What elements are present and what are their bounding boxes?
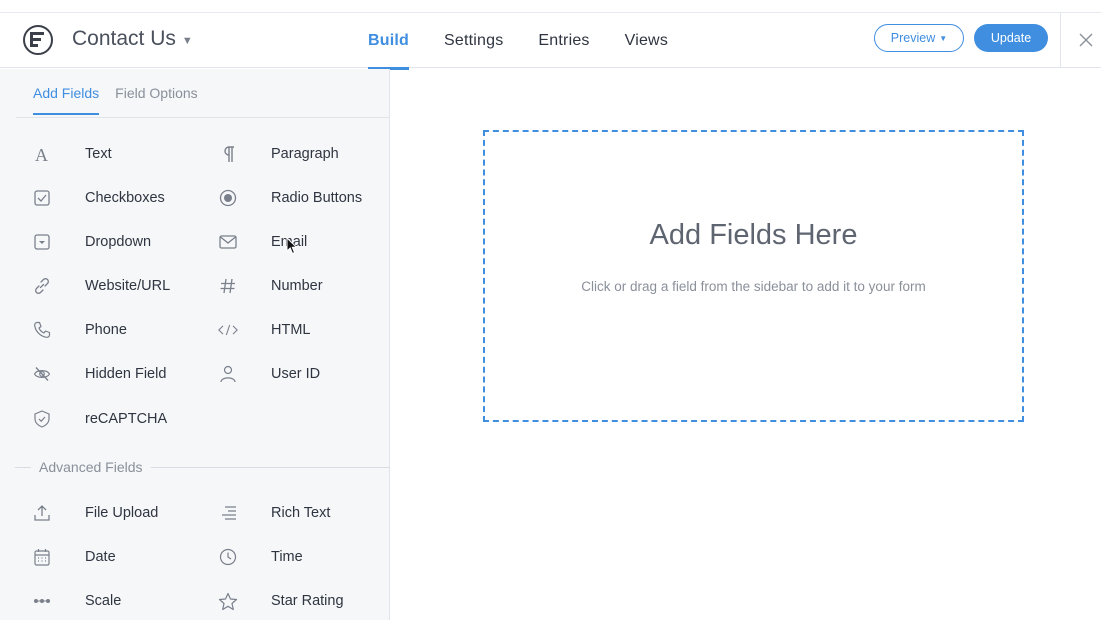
field-user-id[interactable]: User ID <box>218 357 403 391</box>
field-email[interactable]: Email <box>218 225 403 259</box>
heading-rule <box>15 466 31 468</box>
caret-down-icon: ▼ <box>939 33 948 43</box>
svg-text:A: A <box>35 145 48 163</box>
field-label: reCAPTCHA <box>85 411 168 427</box>
upload-icon <box>32 503 52 523</box>
field-hidden[interactable]: Hidden Field <box>32 357 217 391</box>
caret-down-icon: ▼ <box>181 34 193 47</box>
field-label: Star Rating <box>271 593 344 609</box>
field-label: Rich Text <box>271 505 331 521</box>
field-radio-buttons[interactable]: Radio Buttons <box>218 181 403 215</box>
formidable-logo-icon[interactable] <box>23 25 53 55</box>
main-nav: Build Settings Entries Views <box>368 13 703 70</box>
radio-icon <box>218 188 238 208</box>
fields-sidebar: Add Fields Field Options A Text Paragrap… <box>0 69 390 620</box>
field-dropdown[interactable]: Dropdown <box>32 225 217 259</box>
hash-icon <box>218 276 238 296</box>
advanced-fields-heading: Advanced Fields <box>15 457 390 477</box>
eye-slash-icon <box>32 364 52 384</box>
scale-icon <box>32 591 52 611</box>
field-label: Dropdown <box>85 234 152 250</box>
field-label: Radio Buttons <box>271 190 363 206</box>
field-label: Website/URL <box>85 278 171 294</box>
text-icon: A <box>32 144 52 164</box>
field-date[interactable]: Date <box>32 540 217 574</box>
mouse-pointer-icon <box>286 236 298 260</box>
field-label: User ID <box>271 366 321 382</box>
field-label: Paragraph <box>271 146 339 162</box>
sidebar-tabs-divider <box>16 117 390 118</box>
preview-label: Preview <box>890 31 936 45</box>
field-label: Date <box>85 549 116 565</box>
tab-build[interactable]: Build <box>368 13 409 70</box>
shield-icon <box>32 409 52 429</box>
paragraph-icon <box>218 144 238 164</box>
advanced-fields-label: Advanced Fields <box>39 459 143 475</box>
field-file-upload[interactable]: File Upload <box>32 496 217 530</box>
field-label: Phone <box>85 322 127 338</box>
field-label: Scale <box>85 593 122 609</box>
tab-views[interactable]: Views <box>625 13 668 68</box>
tab-entries[interactable]: Entries <box>538 13 589 68</box>
field-label: Hidden Field <box>85 366 167 382</box>
field-phone[interactable]: Phone <box>32 313 217 347</box>
field-label: Time <box>271 549 303 565</box>
field-label: Number <box>271 278 323 294</box>
tab-settings[interactable]: Settings <box>444 13 503 68</box>
field-star-rating[interactable]: Star Rating <box>218 584 403 618</box>
heading-rule <box>150 466 390 468</box>
field-number[interactable]: Number <box>218 269 403 303</box>
top-bar: Contact Us ▼ Build Settings Entries View… <box>0 12 1101 70</box>
clock-icon <box>218 547 238 567</box>
field-label: File Upload <box>85 505 159 521</box>
align-right-icon <box>218 503 238 523</box>
update-button[interactable]: Update <box>974 24 1048 52</box>
field-label: Text <box>85 146 112 162</box>
calendar-icon <box>32 547 52 567</box>
field-paragraph[interactable]: Paragraph <box>218 137 403 171</box>
field-website-url[interactable]: Website/URL <box>32 269 217 303</box>
phone-icon <box>32 320 52 340</box>
field-drop-zone[interactable]: Add Fields Here Click or drag a field fr… <box>483 130 1024 422</box>
field-label: HTML <box>271 322 311 338</box>
form-title-dropdown[interactable]: Contact Us ▼ <box>72 27 193 51</box>
field-recaptcha[interactable]: reCAPTCHA <box>32 402 217 436</box>
link-icon <box>32 276 52 296</box>
checkbox-icon <box>32 188 52 208</box>
close-icon[interactable] <box>1071 25 1101 55</box>
field-time[interactable]: Time <box>218 540 403 574</box>
tab-field-options[interactable]: Field Options <box>115 85 197 113</box>
star-icon <box>218 591 238 611</box>
field-html[interactable]: HTML <box>218 313 403 347</box>
field-text[interactable]: A Text <box>32 137 217 171</box>
preview-button[interactable]: Preview ▼ <box>874 24 964 52</box>
sidebar-tabs: Add Fields Field Options <box>33 85 198 115</box>
user-icon <box>218 364 238 384</box>
drop-zone-subtitle: Click or drag a field from the sidebar t… <box>581 279 926 294</box>
code-icon <box>218 320 238 340</box>
header-divider <box>1060 13 1061 68</box>
field-checkboxes[interactable]: Checkboxes <box>32 181 217 215</box>
field-label: Checkboxes <box>85 190 165 206</box>
envelope-icon <box>218 232 238 252</box>
dropdown-icon <box>32 232 52 252</box>
drop-zone-title: Add Fields Here <box>649 219 858 251</box>
field-rich-text[interactable]: Rich Text <box>218 496 403 530</box>
form-title: Contact Us <box>72 27 176 50</box>
field-scale[interactable]: Scale <box>32 584 217 618</box>
tab-add-fields[interactable]: Add Fields <box>33 85 100 115</box>
